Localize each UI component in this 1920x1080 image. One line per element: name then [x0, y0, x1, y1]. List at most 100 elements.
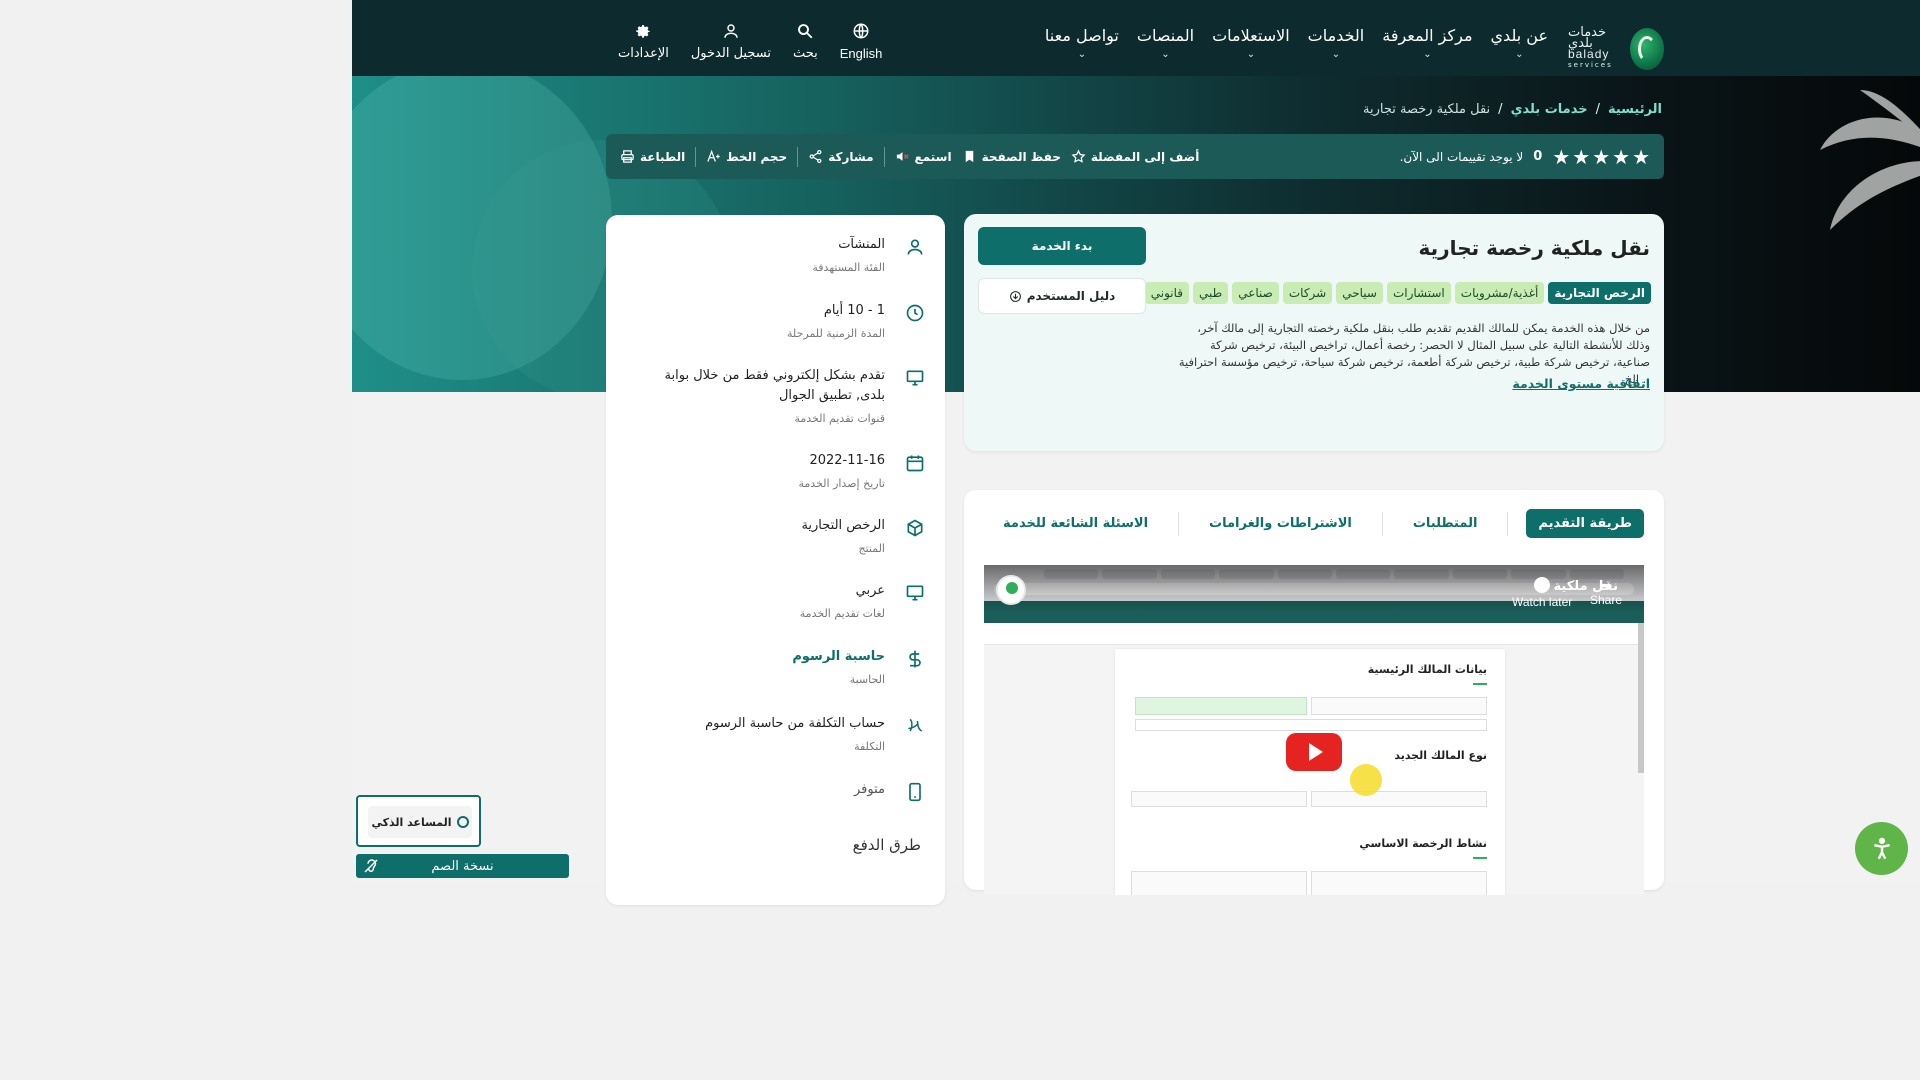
chevron-down-icon: ⌄: [1331, 49, 1341, 60]
header-tools: الإعدادات تسجيل الدخول بحث English: [618, 22, 882, 61]
breadcrumb-separator: /: [1498, 102, 1503, 117]
tag-food-beverages[interactable]: أغذية/مشروبات: [1454, 282, 1545, 304]
smart-assistant-widget: المساعد الذكي: [356, 795, 481, 847]
tag-tourism[interactable]: سياحي: [1336, 282, 1383, 304]
fee-calculator-link[interactable]: حاسبة الرسوم: [792, 647, 885, 667]
printer-icon: [621, 150, 634, 163]
video-owner-heading: بيانات المالك الرئيسية: [1367, 663, 1487, 676]
speaker-mute-icon: [896, 152, 909, 161]
settings-button[interactable]: الإعدادات: [618, 22, 669, 61]
start-service-button[interactable]: بدء الخدمة: [978, 227, 1146, 265]
language-button[interactable]: English: [840, 22, 882, 61]
menu-inquiries[interactable]: الاستعلامات ⌄: [1212, 26, 1290, 60]
info-channels: تقدم بشكل إلكتروني فقط من خلال بوابة بلد…: [625, 366, 925, 425]
divider: [883, 146, 885, 167]
gear-icon: [636, 25, 651, 38]
riyal-icon: [905, 716, 925, 736]
download-icon: [1009, 290, 1021, 302]
share-arrow-icon: ➦: [1600, 577, 1612, 593]
menu-platforms[interactable]: المنصات ⌄: [1137, 26, 1194, 60]
menu-contact-us[interactable]: تواصل معنا ⌄: [1045, 26, 1119, 60]
globe-icon: [853, 23, 869, 39]
video-form-page: بيانات المالك الرئيسية نوع المالك الجديد…: [1115, 649, 1505, 895]
tag-industrial[interactable]: صناعي: [1232, 282, 1279, 304]
star-icon[interactable]: ★: [1572, 147, 1590, 167]
service-info-panel: المنشآت الفئة المستهدفة 1 - 10 أيام المدة …: [606, 215, 945, 905]
sla-link[interactable]: اتفاقية مستوى الخدمة: [1512, 376, 1650, 391]
info-mobile-availability: متوفر: [625, 780, 925, 802]
font-size-button[interactable]: حجم الخط: [706, 149, 787, 164]
watch-later-button[interactable]: Watch later: [1512, 577, 1572, 609]
share-button[interactable]: مشاركة: [808, 149, 874, 164]
divider: [797, 146, 799, 167]
video-activity-heading: نشاط الرخصة الاساسي: [1359, 837, 1487, 850]
search-icon: [798, 24, 813, 39]
video-new-owner-heading: نوع المالك الجديد: [1394, 749, 1487, 762]
tab-application-method[interactable]: طريقة التقديم: [1526, 509, 1644, 538]
tag-legal[interactable]: قانوني: [1144, 282, 1190, 304]
balady-logo[interactable]: خدمات بلدي balady services: [1568, 26, 1664, 72]
video-cursor-highlight: [1350, 764, 1382, 796]
print-button[interactable]: الطباعة: [620, 149, 685, 164]
user-icon: [905, 237, 925, 257]
rating-text: لا يوجد تقييمات الى الآن.: [1399, 149, 1524, 164]
details-tabs: طريقة التقديم المتطلبات الاشتراطات والغر…: [991, 509, 1644, 538]
login-button[interactable]: تسجيل الدخول: [691, 22, 771, 61]
youtube-play-button[interactable]: [1286, 733, 1342, 771]
rating-stars: ★ ★ ★ ★ ★: [1552, 147, 1650, 167]
tag-consulting[interactable]: استشارات: [1386, 282, 1451, 304]
service-details-card: طريقة التقديم المتطلبات الاشتراطات والغر…: [964, 490, 1664, 895]
breadcrumb-current: نقل ملكية رخصة تجارية: [1363, 102, 1491, 117]
bookmark-icon: [965, 150, 973, 163]
star-icon[interactable]: ★: [1592, 147, 1610, 167]
star-outline-icon: [1071, 149, 1086, 163]
star-icon[interactable]: ★: [1632, 147, 1650, 167]
breadcrumb: الرئيسية / خدمات بلدي / نقل ملكية رخصة ت…: [1363, 102, 1662, 117]
info-duration: 1 - 10 أيام المدة الزمنية للمرحلة: [625, 301, 925, 340]
menu-about-balady[interactable]: عن بلدي ⌄: [1491, 26, 1548, 60]
smart-assistant-button[interactable]: المساعد الذكي: [368, 806, 472, 838]
tag-medical[interactable]: طبي: [1193, 282, 1229, 304]
top-navigation-bar: خدمات بلدي balady services عن بلدي ⌄ مركز…: [352, 0, 1920, 76]
divider: [695, 146, 697, 167]
user-icon: [724, 24, 738, 38]
video-site-subnav: [984, 623, 1644, 645]
star-icon[interactable]: ★: [1612, 147, 1630, 167]
info-product: الرخص التجارية المنتج: [625, 516, 925, 555]
listen-button[interactable]: استمع: [895, 149, 952, 164]
channel-avatar[interactable]: [996, 575, 1026, 605]
menu-knowledge-center[interactable]: مركز المعرفة ⌄: [1382, 26, 1472, 60]
page-action-bar: ★ ★ ★ ★ ★ 0 لا يوجد تقييمات الى الآن. أض…: [606, 134, 1664, 179]
payment-methods-title: طرق الدفع: [852, 836, 921, 854]
user-guide-button[interactable]: دليل المستخدم: [978, 278, 1146, 314]
menu-services[interactable]: الخدمات ⌄: [1308, 26, 1365, 60]
breadcrumb-balady-services[interactable]: خدمات بلدي: [1511, 102, 1588, 117]
info-target-audience: المنشآت الفئة المستهدفة: [625, 235, 925, 274]
tab-requirements[interactable]: المتطلبات: [1401, 509, 1490, 538]
rating-count: 0: [1533, 149, 1543, 164]
monitor-icon: [905, 368, 925, 388]
accessibility-button[interactable]: [1855, 822, 1908, 875]
tag-commercial-licenses[interactable]: الرخص التجارية: [1548, 282, 1651, 304]
service-title: نقل ملكية رخصة تجارية: [1418, 236, 1650, 260]
divider: [1178, 511, 1180, 536]
logo-wordmark: خدمات بلدي balady services: [1568, 25, 1613, 69]
box-icon: [905, 518, 925, 538]
tutorial-video-player[interactable]: بيانات المالك الرئيسية نوع المالك الجديد…: [984, 565, 1644, 895]
info-release-date: 2022-11-16 تاريخ إصدار الخدمة: [625, 451, 925, 490]
breadcrumb-home[interactable]: الرئيسية: [1608, 102, 1662, 117]
deaf-version-button[interactable]: نسخة الصم: [356, 854, 569, 878]
tab-terms-fines[interactable]: الاشتراطات والغرامات: [1197, 509, 1364, 538]
add-favorite-button[interactable]: أضف إلى المفضلة: [1071, 149, 1199, 164]
tag-companies[interactable]: شركات: [1282, 282, 1333, 304]
chevron-down-icon: ⌄: [1423, 49, 1432, 60]
chevron-down-icon: ⌄: [1077, 49, 1087, 60]
search-button[interactable]: بحث: [793, 22, 818, 61]
video-scrollbar: [1638, 623, 1644, 773]
tab-faq[interactable]: الاسئلة الشائعة للخدمة: [991, 509, 1160, 538]
save-page-button[interactable]: حفظ الصفحة: [962, 149, 1061, 164]
service-tags: الرخص التجارية أغذية/مشروبات استشارات سي…: [1144, 282, 1651, 304]
video-share-button[interactable]: ➦ Share: [1590, 577, 1622, 607]
star-icon[interactable]: ★: [1552, 147, 1570, 167]
monitor-icon: [905, 583, 925, 603]
